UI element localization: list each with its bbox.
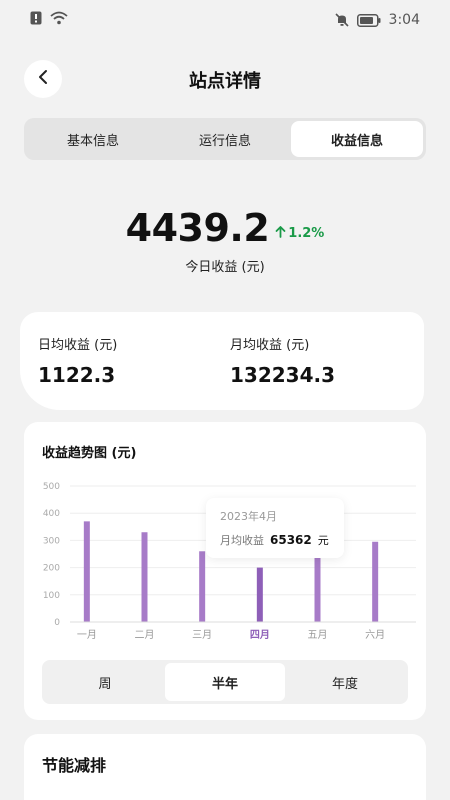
bar[interactable] [141, 532, 148, 622]
period-half-year[interactable]: 半年 [165, 663, 285, 701]
tab-running-info[interactable]: 运行信息 [159, 121, 291, 157]
mute-bell-icon [334, 13, 349, 27]
battery-icon [356, 13, 381, 27]
status-bar: 3:04 [0, 0, 450, 40]
y-tick-label: 400 [43, 509, 60, 519]
tab-bar: 基本信息 运行信息 收益信息 [24, 118, 426, 160]
x-tick-label: 四月 [250, 629, 270, 641]
period-week[interactable]: 周 [45, 663, 165, 701]
tooltip-label: 月均收益 [220, 534, 264, 547]
header: 站点详情 [0, 58, 450, 102]
tab-basic-info[interactable]: 基本信息 [27, 121, 159, 157]
x-tick-label: 六月 [365, 629, 385, 641]
tooltip-row: 月均收益 65362 元 [220, 532, 330, 548]
revenue-change: 1.2% [275, 225, 324, 242]
revenue-trend-card: 收益趋势图 (元) 0 100 200 300 400 500 一月 二月 三月 四月 五月 六月 2… [24, 422, 426, 720]
alert-icon [30, 11, 42, 29]
back-button[interactable] [24, 60, 62, 98]
bar[interactable] [314, 556, 321, 622]
chevron-left-icon [37, 69, 49, 89]
wifi-icon [50, 11, 68, 29]
y-tick-label: 100 [43, 591, 60, 601]
bar[interactable] [372, 541, 379, 622]
daily-average-label: 日均收益 (元) [38, 338, 118, 353]
status-left [30, 11, 68, 29]
today-revenue-summary: 4439.2 1.2% 今日收益 (元) [0, 204, 450, 284]
energy-saving-title: 节能减排 [42, 756, 107, 775]
chart-tooltip: 2023年4月 月均收益 65362 元 [206, 498, 344, 558]
y-tick-label: 300 [43, 536, 60, 546]
bar[interactable] [256, 567, 263, 622]
x-tick-label: 三月 [192, 629, 212, 641]
tooltip-value: 65362 [270, 533, 312, 547]
tab-revenue-info[interactable]: 收益信息 [291, 121, 423, 157]
x-tick-label: 一月 [77, 629, 97, 641]
x-tick-label: 五月 [308, 629, 328, 641]
average-revenue-card: 日均收益 (元) 1122.3 月均收益 (元) 132234.3 [20, 312, 424, 410]
y-tick-label: 0 [54, 618, 60, 628]
today-revenue-label: 今日收益 (元) [185, 260, 265, 275]
arrow-up-icon [275, 225, 286, 242]
daily-average: 日均收益 (元) 1122.3 [38, 334, 214, 388]
period-year[interactable]: 年度 [285, 663, 405, 701]
page-title: 站点详情 [189, 71, 261, 92]
tooltip-unit: 元 [317, 534, 329, 547]
tooltip-date: 2023年4月 [220, 510, 277, 523]
today-revenue-value: 4439.2 [125, 206, 270, 250]
bar[interactable] [199, 551, 206, 622]
monthly-average-label: 月均收益 (元) [230, 338, 310, 353]
monthly-average-value: 132234.3 [230, 363, 336, 387]
daily-average-value: 1122.3 [38, 363, 116, 387]
monthly-average: 月均收益 (元) 132234.3 [214, 334, 406, 388]
x-tick-label: 二月 [135, 629, 155, 641]
energy-saving-card: 节能减排 [24, 734, 426, 800]
chart-title: 收益趋势图 (元) [42, 446, 137, 461]
revenue-change-value: 1.2% [288, 226, 325, 241]
y-tick-label: 500 [43, 482, 60, 492]
period-toggle: 周 半年 年度 [42, 660, 408, 704]
today-revenue-row: 4439.2 1.2% [0, 204, 450, 252]
bar[interactable] [83, 521, 90, 622]
y-tick-label: 200 [43, 564, 60, 574]
status-right: 3:04 [334, 12, 420, 28]
status-time: 3:04 [388, 12, 420, 28]
